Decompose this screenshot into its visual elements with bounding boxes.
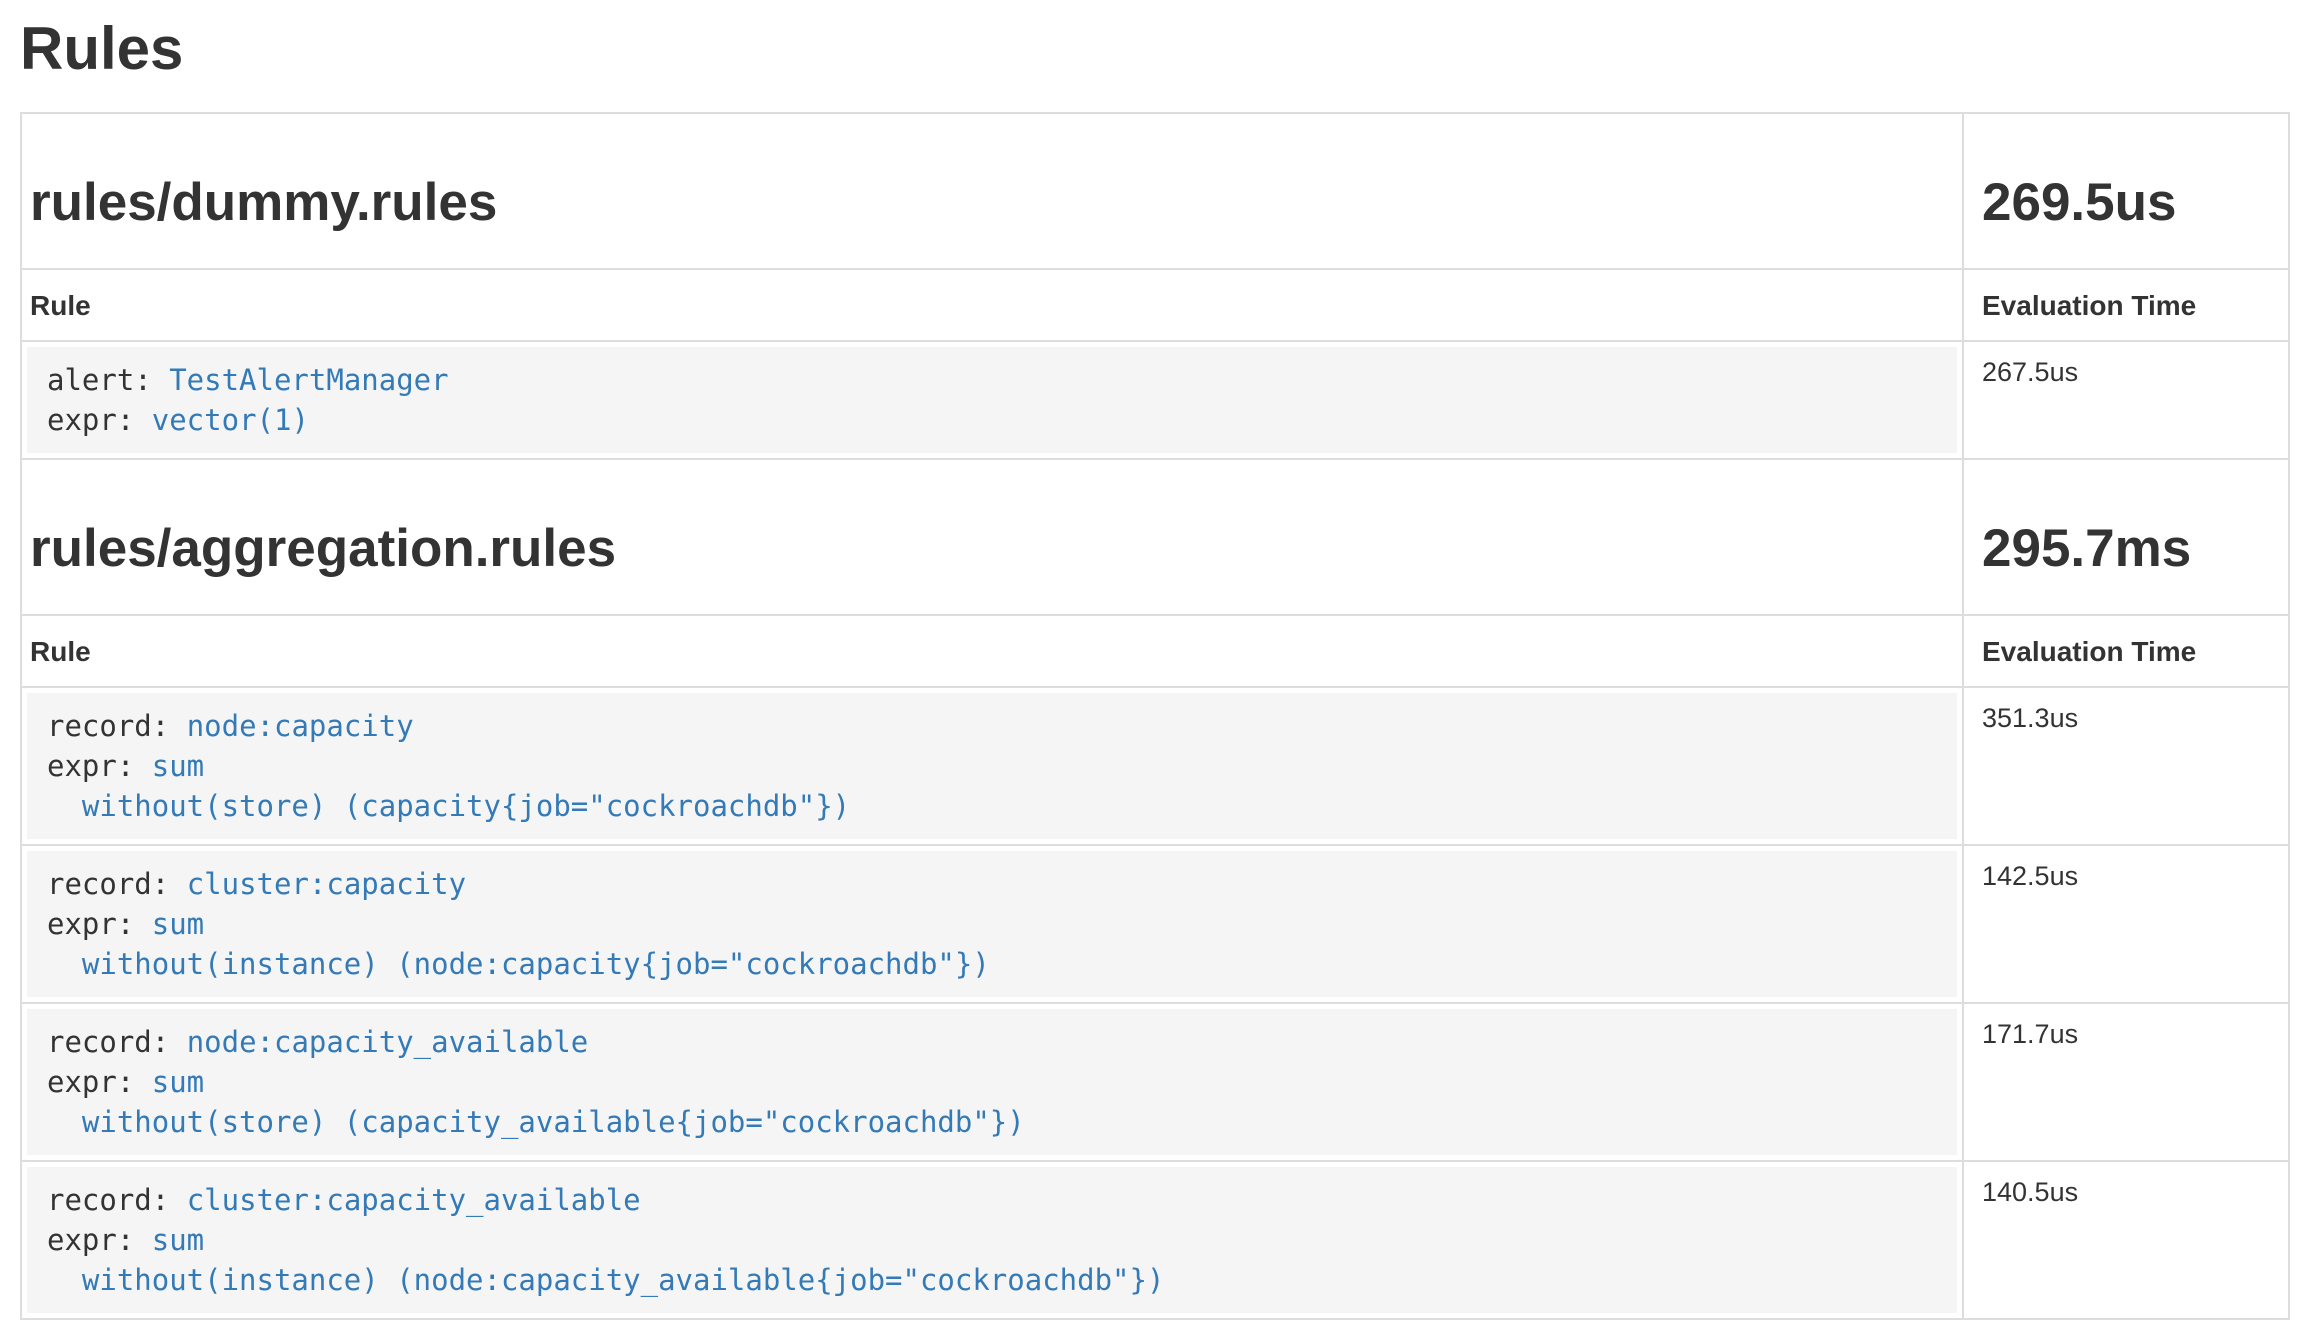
rule-group-file: rules/aggregation.rules (21, 459, 1963, 615)
rule-code-key: record: (47, 867, 187, 901)
rule-group-eval-time: 269.5us (1963, 113, 2289, 269)
rule-code-key: expr: (47, 749, 152, 783)
eval-time-column-header: Evaluation Time (1963, 615, 2289, 687)
rule-expr-link[interactable]: sum (152, 1065, 204, 1099)
rule-definition-cell: record: node:capacity_available expr: su… (21, 1003, 1963, 1161)
rule-eval-time: 142.5us (1963, 845, 2289, 1003)
rule-code-key: expr: (47, 1065, 152, 1099)
rule-eval-time: 267.5us (1963, 341, 2289, 459)
rule-code-key: expr: (47, 907, 152, 941)
rule-table-header-row: RuleEvaluation Time (21, 269, 2289, 341)
rule-expr-link[interactable]: vector(1) (152, 403, 309, 437)
rule-code-block: record: node:capacity_available expr: su… (27, 1009, 1957, 1155)
rule-code-block: record: cluster:capacity_available expr:… (27, 1167, 1957, 1313)
rule-code-block: record: cluster:capacity expr: sum witho… (27, 851, 1957, 997)
rule-name-link[interactable]: cluster:capacity_available (187, 1183, 641, 1217)
rule-code-key: record: (47, 709, 187, 743)
rule-group-header-row: rules/dummy.rules269.5us (21, 113, 2289, 269)
rule-expr-link[interactable]: without(instance) (node:capacity{job="co… (47, 947, 990, 981)
rule-name-link[interactable]: cluster:capacity (187, 867, 466, 901)
rule-name-link[interactable]: node:capacity (187, 709, 414, 743)
rule-eval-time: 351.3us (1963, 687, 2289, 845)
rule-row: record: cluster:capacity expr: sum witho… (21, 845, 2289, 1003)
rule-code-key: record: (47, 1025, 187, 1059)
rule-code-block: record: node:capacity expr: sum without(… (27, 693, 1957, 839)
rule-column-header: Rule (21, 269, 1963, 341)
rule-definition-cell: record: cluster:capacity expr: sum witho… (21, 845, 1963, 1003)
rule-expr-link[interactable]: without(instance) (node:capacity_availab… (47, 1263, 1164, 1297)
rule-code-key: record: (47, 1183, 187, 1217)
rules-table: rules/dummy.rules269.5usRuleEvaluation T… (20, 112, 2290, 1320)
rule-expr-link[interactable]: without(store) (capacity{job="cockroachd… (47, 789, 850, 823)
rule-code-key: expr: (47, 1223, 152, 1257)
rule-expr-link[interactable]: sum (152, 907, 204, 941)
rule-row: alert: TestAlertManager expr: vector(1)2… (21, 341, 2289, 459)
rule-row: record: cluster:capacity_available expr:… (21, 1161, 2289, 1319)
rule-expr-link[interactable]: sum (152, 1223, 204, 1257)
rule-column-header: Rule (21, 615, 1963, 687)
rule-definition-cell: record: cluster:capacity_available expr:… (21, 1161, 1963, 1319)
rule-code-key: expr: (47, 403, 152, 437)
rule-group-file: rules/dummy.rules (21, 113, 1963, 269)
rule-name-link[interactable]: node:capacity_available (187, 1025, 589, 1059)
rule-expr-link[interactable]: without(store) (capacity_available{job="… (47, 1105, 1025, 1139)
page-title: Rules (20, 16, 2290, 82)
rule-definition-cell: record: node:capacity expr: sum without(… (21, 687, 1963, 845)
rule-group-header-row: rules/aggregation.rules295.7ms (21, 459, 2289, 615)
rule-group-eval-time: 295.7ms (1963, 459, 2289, 615)
rule-table-header-row: RuleEvaluation Time (21, 615, 2289, 687)
rules-page: Rules rules/dummy.rules269.5usRuleEvalua… (0, 16, 2316, 1320)
rule-eval-time: 171.7us (1963, 1003, 2289, 1161)
rule-name-link[interactable]: TestAlertManager (169, 363, 448, 397)
rule-expr-link[interactable]: sum (152, 749, 204, 783)
rule-row: record: node:capacity_available expr: su… (21, 1003, 2289, 1161)
rule-definition-cell: alert: TestAlertManager expr: vector(1) (21, 341, 1963, 459)
rule-row: record: node:capacity expr: sum without(… (21, 687, 2289, 845)
rule-eval-time: 140.5us (1963, 1161, 2289, 1319)
rule-code-block: alert: TestAlertManager expr: vector(1) (27, 347, 1957, 453)
rule-code-key: alert: (47, 363, 169, 397)
eval-time-column-header: Evaluation Time (1963, 269, 2289, 341)
